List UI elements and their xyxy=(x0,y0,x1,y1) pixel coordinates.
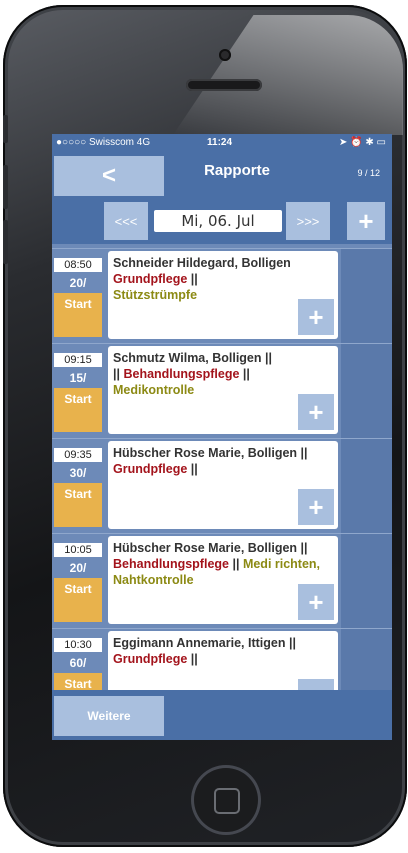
next-day-button[interactable]: >>> xyxy=(286,202,330,240)
list-item: 10:05 20/ Start Hübscher Rose Marie, Bol… xyxy=(52,533,392,628)
appointment-time: 10:30 xyxy=(54,638,102,652)
patient-name: Eggimann Annemarie, Ittigen || xyxy=(113,636,296,650)
service-type: Grundpflege xyxy=(113,652,188,666)
add-entry-button[interactable]: + xyxy=(298,489,334,525)
appointment-duration: 20/ xyxy=(69,561,87,575)
volume-up-button xyxy=(3,165,8,209)
service-type: Grundpflege xyxy=(113,462,188,476)
appointment-time: 09:35 xyxy=(54,448,102,462)
start-button[interactable]: Start xyxy=(54,578,102,622)
appointment-time: 09:15 xyxy=(54,353,102,367)
clock: 11:24 xyxy=(207,137,233,148)
separator: || xyxy=(187,462,198,476)
appointment-time: 10:05 xyxy=(54,543,102,557)
patient-name: Hübscher Rose Marie, Bolligen || xyxy=(113,541,308,555)
add-entry-button[interactable]: + xyxy=(298,584,334,620)
list-item: 08:50 20/ Start Schneider Hildegard, Bol… xyxy=(52,248,392,343)
patient-name: Schmutz Wilma, Bolligen || xyxy=(113,351,272,365)
status-icons: ➤ ⏰ ✱ ▭ xyxy=(339,137,386,148)
page-counter: 9 / 12 xyxy=(357,168,380,178)
add-entry-button[interactable]: + xyxy=(298,299,334,335)
appointment-duration: 30/ xyxy=(69,466,87,480)
app-screen: ●○○○○ Swisscom 4G 11:24 ➤ ⏰ ✱ ▭ < Rappor… xyxy=(52,134,392,740)
carrier-label: ●○○○○ Swisscom 4G xyxy=(56,137,151,148)
appointment-list[interactable]: 08:50 20/ Start Schneider Hildegard, Bol… xyxy=(52,248,392,690)
separator: || xyxy=(187,652,198,666)
start-button[interactable]: Start xyxy=(54,388,102,432)
list-item: 09:15 15/ Start Schmutz Wilma, Bolligen … xyxy=(52,343,392,438)
earpiece-speaker xyxy=(186,79,262,91)
previous-day-button[interactable]: <<< xyxy=(104,202,148,240)
patient-name: Hübscher Rose Marie, Bolligen || xyxy=(113,446,308,460)
start-button[interactable]: Start xyxy=(54,673,102,690)
appointment-time: 08:50 xyxy=(54,258,102,272)
separator: || xyxy=(239,367,250,381)
status-bar: ●○○○○ Swisscom 4G 11:24 ➤ ⏰ ✱ ▭ xyxy=(52,134,392,152)
row-side-column xyxy=(341,534,392,628)
separator: || xyxy=(113,367,124,381)
page-title: Rapporte xyxy=(204,162,270,179)
mute-switch xyxy=(3,115,8,143)
service-detail: Stützstrümpfe xyxy=(113,288,198,302)
phone-reflection xyxy=(173,15,403,135)
volume-down-button xyxy=(3,220,8,264)
row-side-column xyxy=(341,249,392,343)
patient-name: Schneider Hildegard, Bolligen xyxy=(113,256,291,270)
appointment-duration: 15/ xyxy=(69,371,87,385)
more-button[interactable]: Weitere xyxy=(54,696,164,736)
separator: || xyxy=(187,272,198,286)
list-item: 09:35 30/ Start Hübscher Rose Marie, Bol… xyxy=(52,438,392,533)
home-square-icon xyxy=(214,788,240,814)
service-detail: Medikontrolle xyxy=(113,383,195,397)
back-button[interactable]: < xyxy=(54,156,164,196)
appointment-duration: 60/ xyxy=(69,656,87,670)
add-report-button[interactable]: + xyxy=(347,202,385,240)
row-side-column xyxy=(341,344,392,438)
add-entry-button[interactable]: + xyxy=(298,394,334,430)
service-type: Grundpflege xyxy=(113,272,188,286)
add-entry-button[interactable]: + xyxy=(298,679,334,690)
appointment-duration: 20/ xyxy=(69,276,87,290)
row-side-column xyxy=(341,439,392,533)
front-camera xyxy=(219,49,231,61)
row-side-column xyxy=(341,629,392,690)
service-type: Behandlungspflege xyxy=(113,557,229,571)
start-button[interactable]: Start xyxy=(54,293,102,337)
service-type: Behandlungspflege xyxy=(123,367,240,381)
date-field[interactable]: Mi, 06. Jul xyxy=(154,210,282,232)
list-item: 10:30 60/ Start Eggimann Annemarie, Itti… xyxy=(52,628,392,690)
start-button[interactable]: Start xyxy=(54,483,102,527)
separator: || xyxy=(228,557,243,571)
home-button[interactable] xyxy=(191,765,261,835)
